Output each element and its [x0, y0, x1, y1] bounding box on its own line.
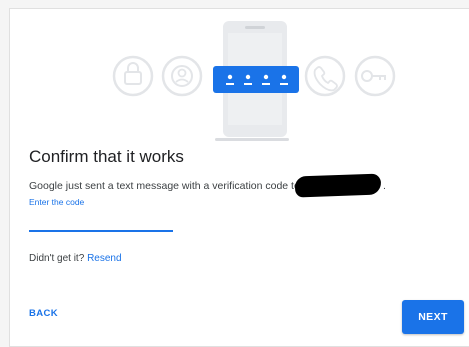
verification-code-input[interactable]	[29, 214, 173, 232]
account-icon	[161, 55, 203, 97]
back-button[interactable]: BACK	[29, 308, 58, 319]
resend-prompt: Didn't get it?	[29, 253, 85, 264]
key-icon	[354, 55, 396, 97]
resend-link[interactable]: Resend	[87, 253, 121, 264]
description-end: .	[383, 180, 386, 192]
redacted-phone-number	[294, 173, 382, 198]
verification-card: Confirm that it works Google just sent a…	[9, 8, 469, 347]
code-field-label: Enter the code	[29, 197, 85, 207]
code-box-icon	[213, 66, 299, 93]
phone-call-icon	[304, 55, 346, 97]
next-button[interactable]: NEXT	[402, 300, 464, 334]
resend-row: Didn't get it? Resend	[29, 253, 122, 264]
page-title: Confirm that it works	[29, 147, 184, 166]
lock-icon	[112, 55, 154, 97]
phone-illustration	[213, 21, 299, 141]
verification-illustration	[112, 21, 396, 141]
